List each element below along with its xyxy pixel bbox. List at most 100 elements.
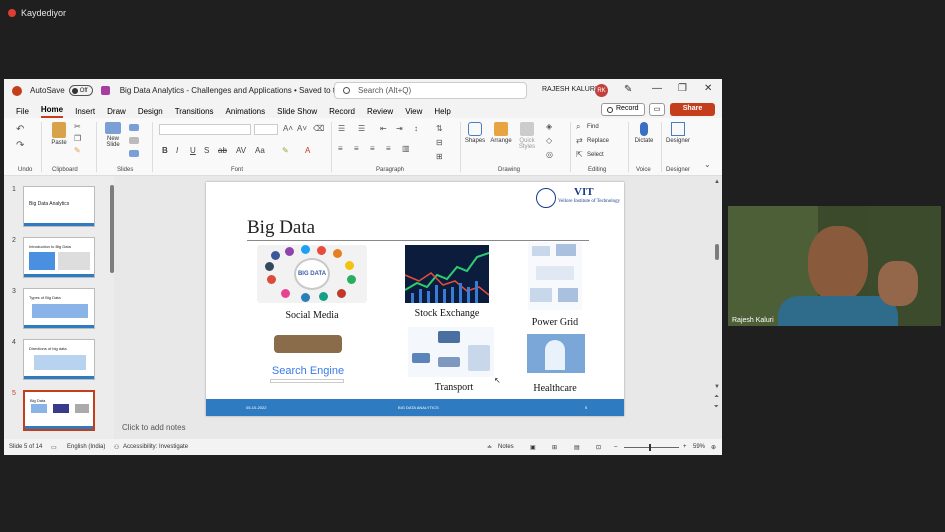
align-right-icon[interactable]: ≡ xyxy=(370,144,375,153)
tab-help[interactable]: Help xyxy=(434,107,450,118)
fit-slide-icon[interactable]: ⊕ xyxy=(711,444,716,451)
zoom-level[interactable]: 59% xyxy=(693,444,705,450)
user-name[interactable]: RAJESH KALURI xyxy=(542,86,597,93)
document-title[interactable]: Big Data Analytics - Challenges and Appl… xyxy=(120,86,368,95)
transport-image[interactable] xyxy=(408,327,494,377)
power-grid-image[interactable] xyxy=(528,242,582,310)
restore-icon[interactable]: ❐ xyxy=(678,83,687,94)
save-icon[interactable] xyxy=(100,86,110,95)
avatar[interactable]: RK xyxy=(595,84,608,97)
search-input[interactable]: Search (Alt+Q) xyxy=(334,82,527,99)
language-indicator[interactable]: English (India) xyxy=(67,444,105,450)
increase-indent-icon[interactable]: ⇥ xyxy=(396,124,403,133)
bold-button[interactable]: B xyxy=(162,146,168,155)
cut-icon[interactable]: ✂ xyxy=(74,122,81,131)
tab-design[interactable]: Design xyxy=(138,107,163,118)
align-text-icon[interactable]: ⊟ xyxy=(436,138,443,147)
normal-view-icon[interactable]: ▣ xyxy=(530,444,536,451)
spellcheck-icon[interactable]: ▭ xyxy=(51,444,57,451)
notes-placeholder[interactable]: Click to add notes xyxy=(122,423,186,432)
tab-view[interactable]: View xyxy=(405,107,422,118)
copy-icon[interactable]: ❐ xyxy=(74,134,81,143)
decrease-indent-icon[interactable]: ⇤ xyxy=(380,124,387,133)
slide-canvas[interactable]: VIT Vellore Institute of Technology Big … xyxy=(206,182,624,416)
highlight-icon[interactable]: ✎ xyxy=(282,146,289,155)
spacing-button[interactable]: AV xyxy=(236,146,246,155)
notes-icon[interactable]: ≐ xyxy=(487,444,492,451)
notes-button[interactable]: Notes xyxy=(498,444,514,450)
share-button[interactable]: Share xyxy=(670,103,715,116)
tab-file[interactable]: File xyxy=(16,107,29,118)
designer-button[interactable]: Designer xyxy=(664,122,692,144)
arrange-button[interactable]: Arrange xyxy=(489,122,513,144)
font-size-select[interactable] xyxy=(254,124,278,135)
tab-insert[interactable]: Insert xyxy=(75,107,95,118)
smartart-icon[interactable]: ⊞ xyxy=(436,152,443,161)
accessibility-status[interactable]: Accessibility: Investigate xyxy=(123,444,188,450)
strikethrough-button[interactable]: ab xyxy=(218,146,227,155)
previous-slide-icon[interactable]: ⏶ xyxy=(714,394,719,401)
record-button[interactable]: Record xyxy=(601,103,645,116)
replace-icon[interactable]: ⇄ xyxy=(576,136,583,145)
slide-thumbnail[interactable]: Introduction to Big Data xyxy=(23,237,95,278)
align-center-icon[interactable]: ≡ xyxy=(354,144,359,153)
text-direction-icon[interactable]: ⇅ xyxy=(436,124,443,133)
format-painter-icon[interactable]: ✎ xyxy=(74,146,81,155)
zoom-slider[interactable] xyxy=(624,447,679,448)
underline-button[interactable]: U xyxy=(190,146,196,155)
minimize-icon[interactable]: — xyxy=(652,83,662,94)
healthcare-image[interactable] xyxy=(527,334,585,373)
undo-icon[interactable]: ↶ xyxy=(16,124,24,135)
replace-button[interactable]: Replace xyxy=(587,138,609,144)
increase-font-icon[interactable]: A˄ xyxy=(283,124,293,133)
justify-icon[interactable]: ≡ xyxy=(386,144,391,153)
layout-icon[interactable] xyxy=(129,124,139,131)
redo-icon[interactable]: ↷ xyxy=(16,140,24,151)
close-icon[interactable]: ✕ xyxy=(704,83,712,94)
search-engine-image[interactable] xyxy=(270,335,346,369)
zoom-slider-thumb[interactable] xyxy=(649,444,651,451)
shadow-button[interactable]: S xyxy=(204,146,209,155)
slide-thumbnail-selected[interactable]: Big Data xyxy=(23,390,95,431)
font-family-select[interactable] xyxy=(159,124,251,135)
scroll-down-icon[interactable]: ▼ xyxy=(714,384,720,390)
slideshow-icon[interactable]: ⊡ xyxy=(596,444,601,451)
shape-outline-icon[interactable]: ◇ xyxy=(546,136,552,145)
tab-review[interactable]: Review xyxy=(367,107,393,118)
slide-title[interactable]: Big Data xyxy=(247,217,315,239)
social-media-image[interactable]: BIG DATA xyxy=(257,245,367,303)
pen-icon[interactable]: ✎ xyxy=(624,84,632,95)
scroll-up-icon[interactable]: ▲ xyxy=(714,179,720,185)
select-button[interactable]: Select xyxy=(587,152,604,158)
tab-draw[interactable]: Draw xyxy=(107,107,126,118)
line-spacing-icon[interactable]: ↕ xyxy=(414,124,418,133)
shapes-button[interactable]: Shapes xyxy=(464,122,486,144)
slide-thumbnail[interactable]: Types of Big Data xyxy=(23,288,95,329)
tab-record[interactable]: Record xyxy=(329,107,355,118)
tab-transitions[interactable]: Transitions xyxy=(175,107,214,118)
zoom-out-icon[interactable]: – xyxy=(614,444,617,450)
slide-scrollbar[interactable]: ▲ ▼ ⏶ ⏷ xyxy=(713,176,722,439)
tab-animations[interactable]: Animations xyxy=(226,107,266,118)
dictate-button[interactable]: Dictate xyxy=(632,122,656,144)
scrollbar-thumb[interactable] xyxy=(715,244,719,260)
ribbon-collapse-icon[interactable]: ⌄ xyxy=(704,160,711,169)
find-button[interactable]: Find xyxy=(587,124,599,130)
zoom-in-icon[interactable]: + xyxy=(683,444,687,450)
slide-sorter-icon[interactable]: ⊞ xyxy=(552,444,557,451)
slide-thumbnail[interactable]: Big Data Analytics xyxy=(23,186,95,227)
numbering-icon[interactable]: ☰ xyxy=(358,124,365,133)
clear-format-icon[interactable]: ⌫ xyxy=(313,124,324,133)
stock-exchange-image[interactable] xyxy=(405,245,489,303)
thumbnail-scrollbar[interactable] xyxy=(110,181,114,426)
italic-button[interactable]: I xyxy=(176,146,178,155)
align-left-icon[interactable]: ≡ xyxy=(338,144,343,153)
select-icon[interactable]: ⇱ xyxy=(576,150,583,159)
section-icon[interactable] xyxy=(129,150,139,157)
bullets-icon[interactable]: ☰ xyxy=(338,124,345,133)
comments-button[interactable]: ▭ xyxy=(649,103,665,116)
autosave-toggle[interactable]: Off xyxy=(68,85,93,96)
next-slide-icon[interactable]: ⏷ xyxy=(714,404,719,411)
tab-home[interactable]: Home xyxy=(40,105,64,118)
slide-thumbnail[interactable]: Directions of big data xyxy=(23,339,95,380)
